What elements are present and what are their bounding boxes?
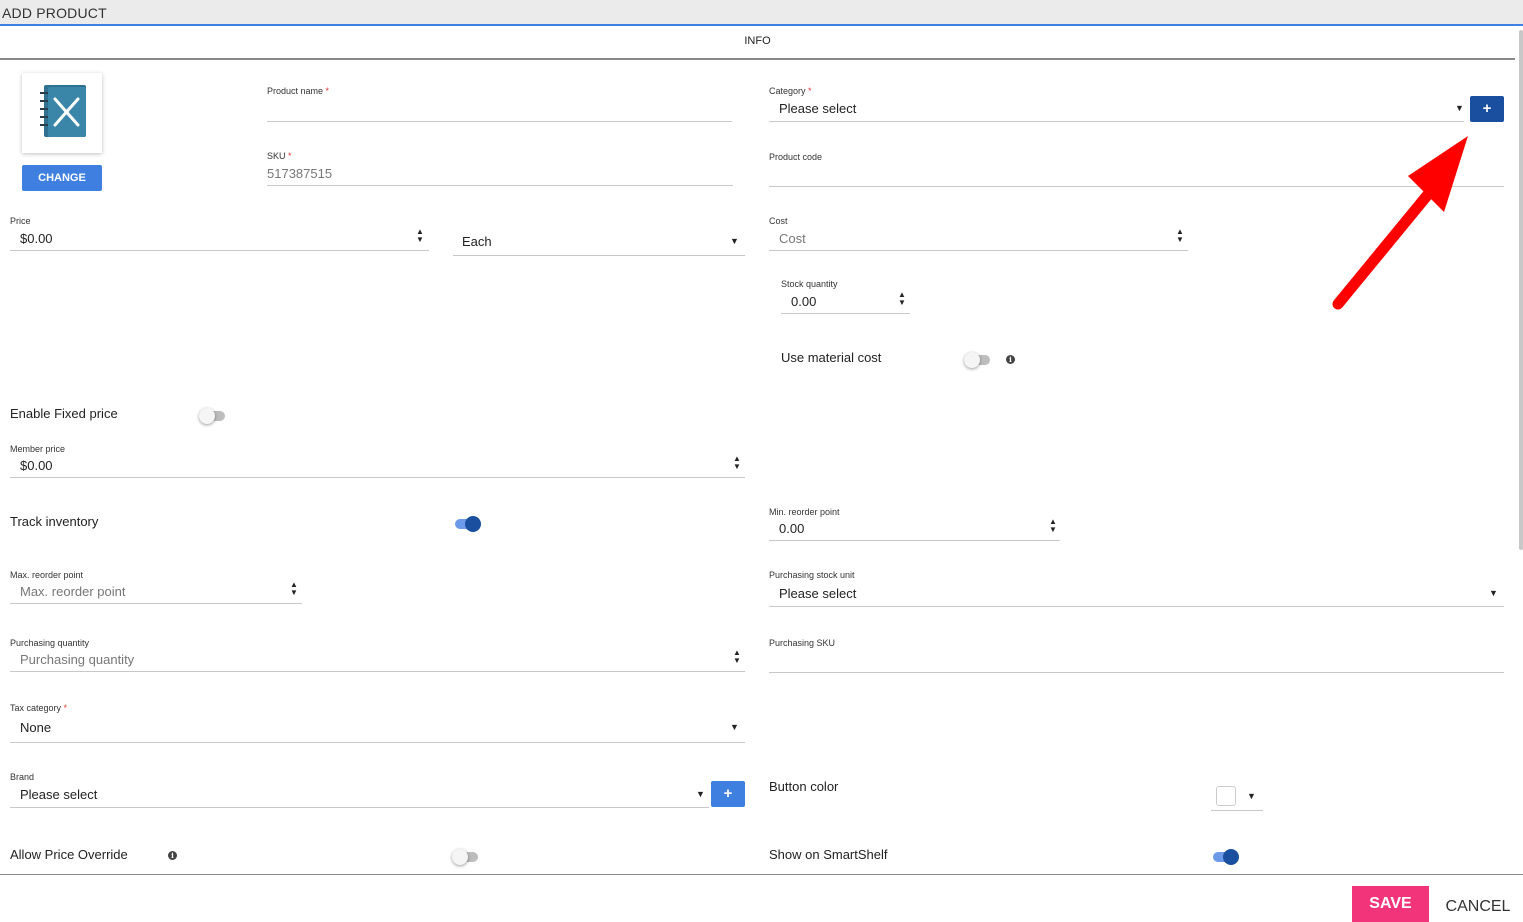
cost-input[interactable]: Cost ▲ ▼ <box>769 228 1188 251</box>
purchasing-quantity-label: Purchasing quantity <box>10 638 90 648</box>
category-label: Category * <box>769 86 812 96</box>
purchasing-quantity-spinner[interactable]: ▲ ▼ <box>732 649 742 665</box>
allow-price-override-toggle[interactable] <box>452 848 480 866</box>
purchasing-sku-label: Purchasing SKU <box>769 638 836 648</box>
chevron-down-icon: ▼ <box>730 236 739 246</box>
product-name-label: Product name * <box>267 86 330 96</box>
chevron-down-icon: ▼ <box>1455 103 1464 113</box>
button-color-label: Button color <box>769 779 839 794</box>
member-price-label: Member price <box>10 444 66 454</box>
stock-quantity-label: Stock quantity <box>781 279 838 289</box>
price-input[interactable]: $0.00 ▲ ▼ <box>10 228 429 251</box>
button-color-underline <box>1211 810 1263 811</box>
save-button[interactable]: SAVE <box>1352 886 1429 922</box>
stock-quantity-input[interactable]: 0.00 ▲ ▼ <box>781 291 910 314</box>
menu-book-icon <box>40 85 86 137</box>
max-reorder-point-label: Max. reorder point <box>10 570 84 580</box>
min-reorder-point-input[interactable]: 0.00 ▲ ▼ <box>769 518 1060 541</box>
price-spinner[interactable]: ▲ ▼ <box>415 228 425 244</box>
enable-fixed-price-toggle[interactable] <box>199 407 227 425</box>
purchasing-stock-unit-label: Purchasing stock unit <box>769 570 855 580</box>
use-material-cost-label: Use material cost <box>781 350 882 365</box>
stock-quantity-spinner[interactable]: ▲ ▼ <box>897 291 907 307</box>
tax-category-select[interactable]: None ▼ <box>10 718 745 743</box>
show-on-smartshelf-label: Show on SmartShelf <box>769 847 888 862</box>
track-inventory-toggle[interactable] <box>453 515 481 533</box>
unit-select[interactable]: Each ▼ <box>453 230 745 256</box>
max-reorder-point-input[interactable]: Max. reorder point ▲ ▼ <box>10 581 302 604</box>
window-titlebar: ADD PRODUCT <box>0 0 1523 26</box>
price-label: Price <box>10 216 31 226</box>
product-code-label: Product code <box>769 152 823 162</box>
member-price-spinner[interactable]: ▲ ▼ <box>732 455 742 471</box>
info-icon[interactable]: i <box>1006 355 1015 364</box>
purchasing-sku-input[interactable] <box>769 650 1504 673</box>
enable-fixed-price-label: Enable Fixed price <box>10 406 118 421</box>
product-image <box>22 73 102 153</box>
cost-label: Cost <box>769 216 788 226</box>
track-inventory-label: Track inventory <box>10 514 99 529</box>
brand-select[interactable]: Please select ▼ <box>10 785 709 808</box>
max-reorder-spinner[interactable]: ▲ ▼ <box>289 581 299 597</box>
spinner-down-icon[interactable]: ▼ <box>732 657 742 665</box>
add-brand-button[interactable]: + <box>711 781 745 807</box>
member-price-input[interactable]: $0.00 ▲ ▼ <box>10 455 745 478</box>
cancel-button[interactable]: CANCEL <box>1440 898 1516 916</box>
brand-label: Brand <box>10 772 35 782</box>
spinner-down-icon[interactable]: ▼ <box>415 236 425 244</box>
cost-spinner[interactable]: ▲ ▼ <box>1175 228 1185 244</box>
scrollbar[interactable] <box>1519 30 1523 550</box>
purchasing-stock-unit-select[interactable]: Please select ▼ <box>769 584 1504 607</box>
change-image-button[interactable]: CHANGE <box>22 165 102 191</box>
sku-label: SKU * <box>267 151 292 161</box>
min-reorder-point-label: Min. reorder point <box>769 507 840 517</box>
chevron-down-icon: ▼ <box>696 789 705 799</box>
tab-bar: INFO <box>0 26 1515 60</box>
spinner-down-icon[interactable]: ▼ <box>289 589 299 597</box>
spinner-down-icon[interactable]: ▼ <box>1175 236 1185 244</box>
use-material-cost-toggle[interactable] <box>964 351 992 369</box>
category-select[interactable]: Please select ▼ <box>769 99 1464 122</box>
chevron-down-icon: ▼ <box>1489 588 1498 598</box>
chevron-down-icon: ▼ <box>730 722 739 732</box>
add-category-button[interactable]: + <box>1470 96 1504 122</box>
product-name-input[interactable] <box>267 99 732 122</box>
button-color-swatch[interactable] <box>1216 786 1236 806</box>
annotation-arrow-icon <box>1332 136 1468 310</box>
allow-price-override-label: Allow Price Override <box>10 847 128 862</box>
window-title: ADD PRODUCT <box>2 5 107 21</box>
footer-divider <box>0 874 1523 875</box>
chevron-down-icon[interactable]: ▼ <box>1247 791 1256 801</box>
info-icon[interactable]: i <box>168 851 177 860</box>
tab-info[interactable]: INFO <box>0 35 1515 47</box>
purchasing-quantity-input[interactable]: Purchasing quantity ▲ ▼ <box>10 649 745 672</box>
spinner-down-icon[interactable]: ▼ <box>1048 526 1058 534</box>
spinner-down-icon[interactable]: ▼ <box>732 463 742 471</box>
sku-input[interactable]: 517387515 <box>267 163 733 186</box>
tax-category-label: Tax category * <box>10 703 68 713</box>
min-reorder-spinner[interactable]: ▲ ▼ <box>1048 518 1058 534</box>
spinner-down-icon[interactable]: ▼ <box>897 299 907 307</box>
show-on-smartshelf-toggle[interactable] <box>1211 848 1239 866</box>
